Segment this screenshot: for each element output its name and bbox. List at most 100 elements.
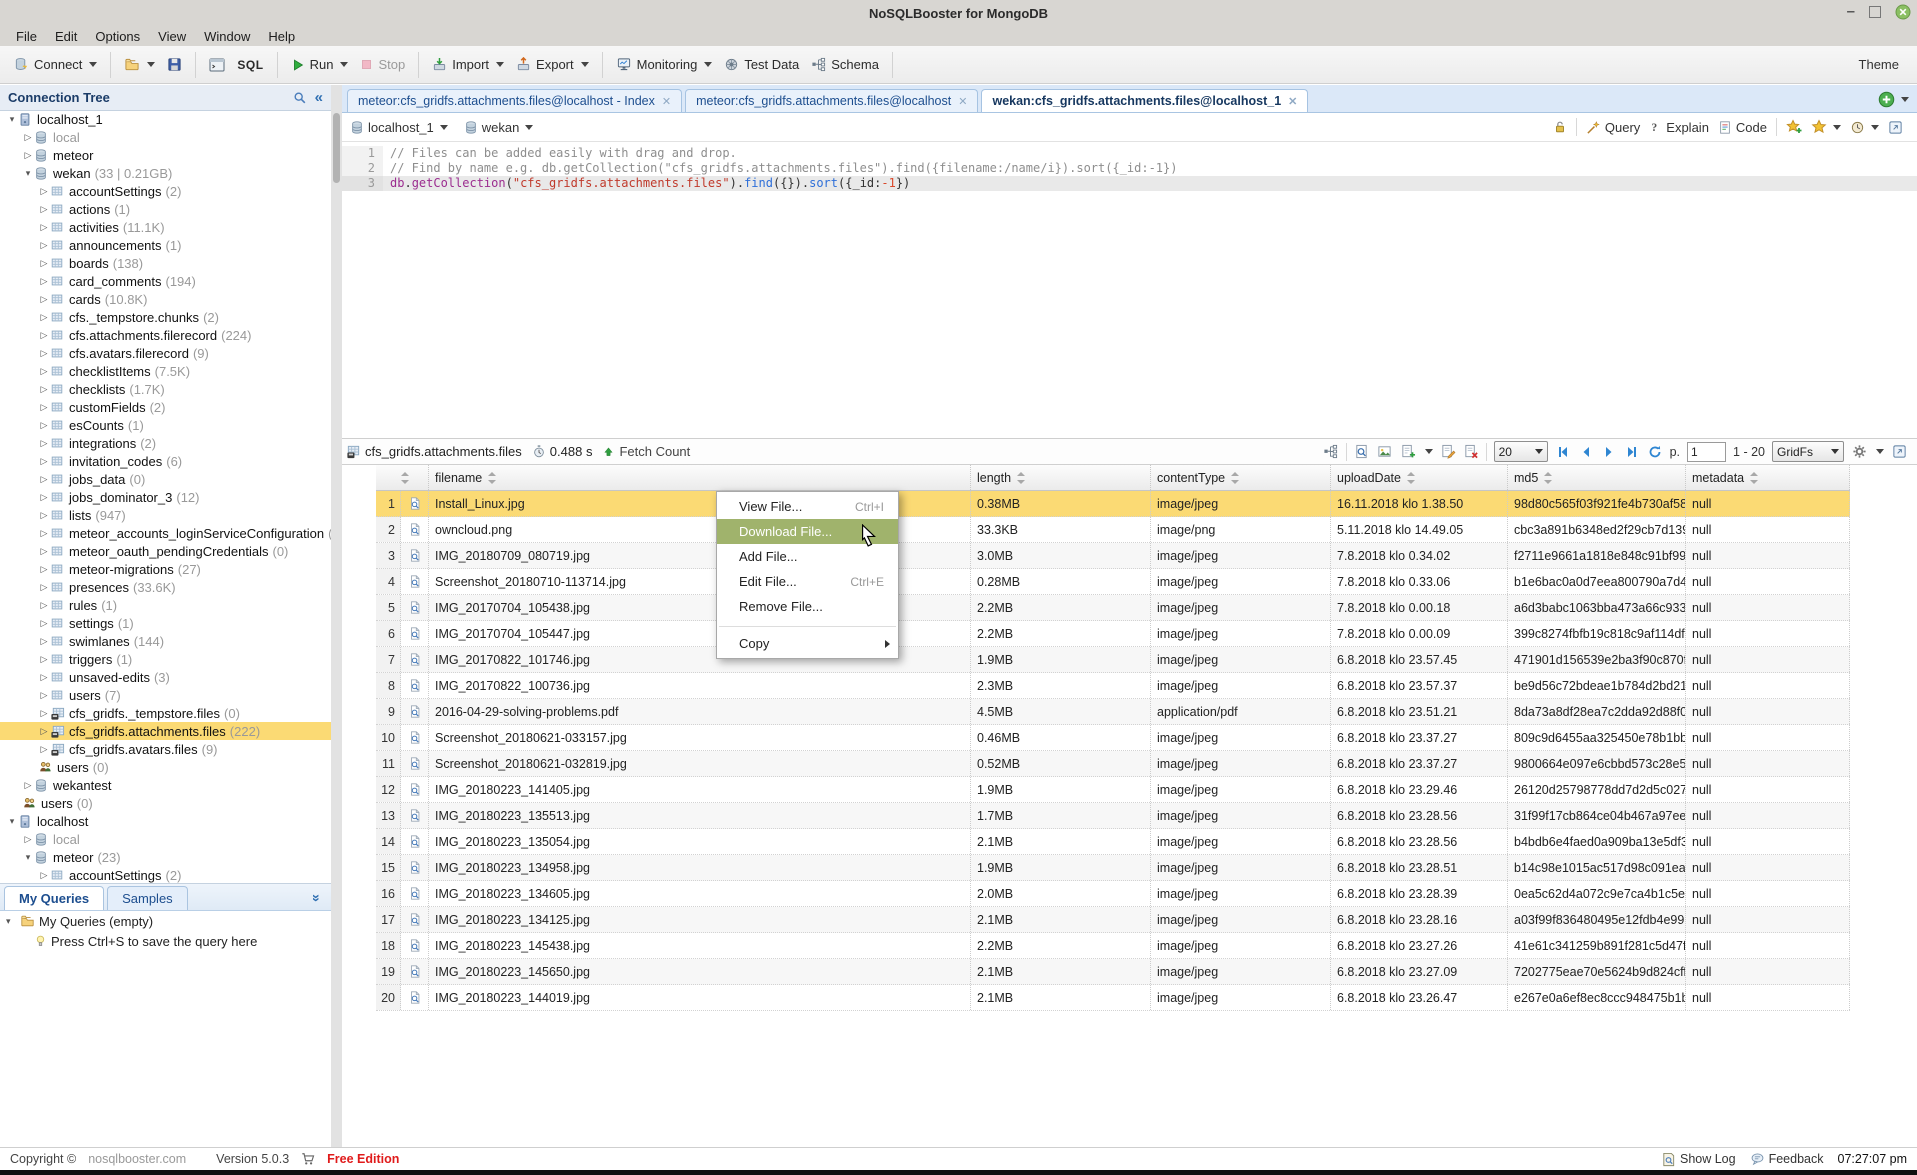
table-row[interactable]: 1 Install_Linux.jpg 0.38MB image/jpeg 16… <box>376 491 1850 517</box>
file-preview-icon[interactable] <box>401 725 429 750</box>
tree-expander-icon[interactable]: ▾ <box>22 168 34 179</box>
add-document-dropdown-icon[interactable] <box>1425 449 1433 454</box>
tree-expander-icon[interactable]: ▷ <box>38 258 50 269</box>
tree-item[interactable]: ▷ cfs._tempstore.chunks (2) <box>0 308 331 326</box>
add-favorite-button[interactable] <box>1786 119 1802 135</box>
tree-item[interactable]: ▷ cfs_gridfs.avatars.files (9) <box>0 740 331 758</box>
next-page-button[interactable] <box>1601 444 1617 460</box>
tree-expander-icon[interactable]: ▷ <box>38 348 50 359</box>
sidebar-splitter[interactable] <box>331 85 342 1148</box>
open-file-button[interactable] <box>120 54 159 75</box>
tree-item[interactable]: ▷ swimlanes (144) <box>0 632 331 650</box>
tree-expander-icon[interactable]: ▷ <box>38 384 50 395</box>
query-editor[interactable]: 1 // Files can be added easily with drag… <box>342 142 1917 439</box>
tree-item[interactable]: ▷ announcements (1) <box>0 236 331 254</box>
page-size-select[interactable]: 20 <box>1494 441 1548 462</box>
free-edition-label[interactable]: Free Edition <box>327 1152 399 1166</box>
tree-expander-icon[interactable]: ▷ <box>38 744 50 755</box>
document-tab[interactable]: meteor:cfs_gridfs.attachments.files@loca… <box>685 89 978 112</box>
tree-expander-icon[interactable]: ▷ <box>38 294 50 305</box>
table-row[interactable]: 5 IMG_20170704_105438.jpg 2.2MB image/jp… <box>376 595 1850 621</box>
tree-expander-icon[interactable]: ▷ <box>38 240 50 251</box>
tree-item[interactable]: ▷ cfs.avatars.filerecord (9) <box>0 344 331 362</box>
menu-item[interactable]: Edit <box>47 27 85 46</box>
sql-button[interactable]: SQL <box>233 55 267 75</box>
tree-item[interactable]: users (0) <box>0 758 331 776</box>
tree-item[interactable]: ▾ wekan (33 | 0.21GB) <box>0 164 331 182</box>
tree-expander-icon[interactable]: ▷ <box>38 618 50 629</box>
favorites-button[interactable] <box>1811 119 1841 135</box>
cart-icon[interactable] <box>301 1152 315 1166</box>
file-preview-icon[interactable] <box>401 699 429 724</box>
tree-item[interactable]: ▷ integrations (2) <box>0 434 331 452</box>
editor-line[interactable]: 3 db.getCollection("cfs_gridfs.attachmen… <box>342 176 1917 191</box>
theme-label[interactable]: Theme <box>1859 57 1909 72</box>
first-page-button[interactable] <box>1555 444 1571 460</box>
tree-expander-icon[interactable]: ▷ <box>38 402 50 413</box>
tree-item[interactable]: ▷ card_comments (194) <box>0 272 331 290</box>
tree-item[interactable]: ▷ presences (33.6K) <box>0 578 331 596</box>
table-row[interactable]: 7 IMG_20170822_101746.jpg 1.9MB image/jp… <box>376 647 1850 673</box>
row-index-header[interactable] <box>376 465 429 490</box>
refresh-button[interactable] <box>1647 444 1663 460</box>
search-icon[interactable] <box>293 91 307 105</box>
breadcrumb-item[interactable]: wekan <box>464 120 534 135</box>
feedback-button[interactable]: Feedback <box>1750 1152 1824 1166</box>
table-row[interactable]: 10 Screenshot_20180621-033157.jpg 0.46MB… <box>376 725 1850 751</box>
fetch-count-button[interactable]: Fetch Count <box>602 444 690 459</box>
import-button[interactable]: Import <box>428 54 508 75</box>
tree-item[interactable]: ▷ checklistItems (7.5K) <box>0 362 331 380</box>
table-row[interactable]: 13 IMG_20180223_135513.jpg 1.7MB image/j… <box>376 803 1850 829</box>
menu-item[interactable]: View <box>150 27 194 46</box>
column-header-metadata[interactable]: metadata <box>1686 465 1850 490</box>
tree-expander-icon[interactable]: ▷ <box>38 438 50 449</box>
column-header-md5[interactable]: md5 <box>1508 465 1686 490</box>
tree-expander-icon[interactable]: ▷ <box>38 312 50 323</box>
tree-item[interactable]: ▷ actions (1) <box>0 200 331 218</box>
run-button[interactable]: Run <box>287 54 353 75</box>
queries-tab[interactable]: Samples <box>107 886 188 910</box>
tree-expander-icon[interactable]: ▷ <box>38 492 50 503</box>
file-preview-icon[interactable] <box>401 829 429 854</box>
tree-expander-icon[interactable]: ▷ <box>38 708 50 719</box>
table-row[interactable]: 9 2016-04-29-solving-problems.pdf 4.5MB … <box>376 699 1850 725</box>
query-wizard-button[interactable]: Query <box>1586 120 1640 135</box>
tree-expander-icon[interactable]: ▾ <box>6 916 16 927</box>
tree-expander-icon[interactable]: ▷ <box>22 150 34 161</box>
tree-item[interactable]: ▷ boards (138) <box>0 254 331 272</box>
menu-item[interactable]: Help <box>260 27 303 46</box>
test-data-button[interactable]: Test Data <box>720 54 803 75</box>
collapse-sidebar-icon[interactable]: « <box>315 89 323 106</box>
table-row[interactable]: 8 IMG_20170822_100736.jpg 2.3MB image/jp… <box>376 673 1850 699</box>
tree-item[interactable]: ▷ settings (1) <box>0 614 331 632</box>
tree-item[interactable]: ▷ unsaved-edits (3) <box>0 668 331 686</box>
minimize-button[interactable]: – <box>1847 7 1855 17</box>
table-row[interactable]: 6 IMG_20170704_105447.jpg 2.2MB image/jp… <box>376 621 1850 647</box>
tree-expander-icon[interactable]: ▷ <box>38 204 50 215</box>
tree-expander-icon[interactable]: ▷ <box>38 672 50 683</box>
view-document-button[interactable] <box>1354 444 1370 460</box>
tree-item[interactable]: ▷ customFields (2) <box>0 398 331 416</box>
table-row[interactable]: 3 IMG_20180709_080719.jpg 3.0MB image/jp… <box>376 543 1850 569</box>
tab-close-icon[interactable]: ✕ <box>958 95 967 108</box>
new-tab-dropdown-icon[interactable] <box>1901 97 1909 102</box>
tree-item[interactable]: ▷ cards (10.8K) <box>0 290 331 308</box>
file-preview-icon[interactable] <box>401 647 429 672</box>
sort-icon[interactable] <box>1016 472 1025 484</box>
previous-page-button[interactable] <box>1578 444 1594 460</box>
tree-item[interactable]: ▷ rules (1) <box>0 596 331 614</box>
file-preview-icon[interactable] <box>401 907 429 932</box>
menu-item[interactable]: Options <box>87 27 148 46</box>
restore-button[interactable] <box>1869 6 1881 18</box>
table-row[interactable]: 17 IMG_20180223_134125.jpg 2.1MB image/j… <box>376 907 1850 933</box>
column-header-length[interactable]: length <box>971 465 1151 490</box>
tree-expander-icon[interactable]: ▷ <box>38 582 50 593</box>
document-tab[interactable]: wekan:cfs_gridfs.attachments.files@local… <box>981 89 1308 112</box>
tree-expander-icon[interactable]: ▷ <box>22 834 34 845</box>
tree-item[interactable]: ▷ jobs_dominator_3 (12) <box>0 488 331 506</box>
context-menu-item[interactable]: Remove File... <box>717 594 898 619</box>
visualize-button[interactable] <box>1323 444 1339 460</box>
sort-icon[interactable] <box>400 472 409 484</box>
tree-expander-icon[interactable]: ▷ <box>38 870 50 881</box>
table-row[interactable]: 16 IMG_20180223_134605.jpg 2.0MB image/j… <box>376 881 1850 907</box>
